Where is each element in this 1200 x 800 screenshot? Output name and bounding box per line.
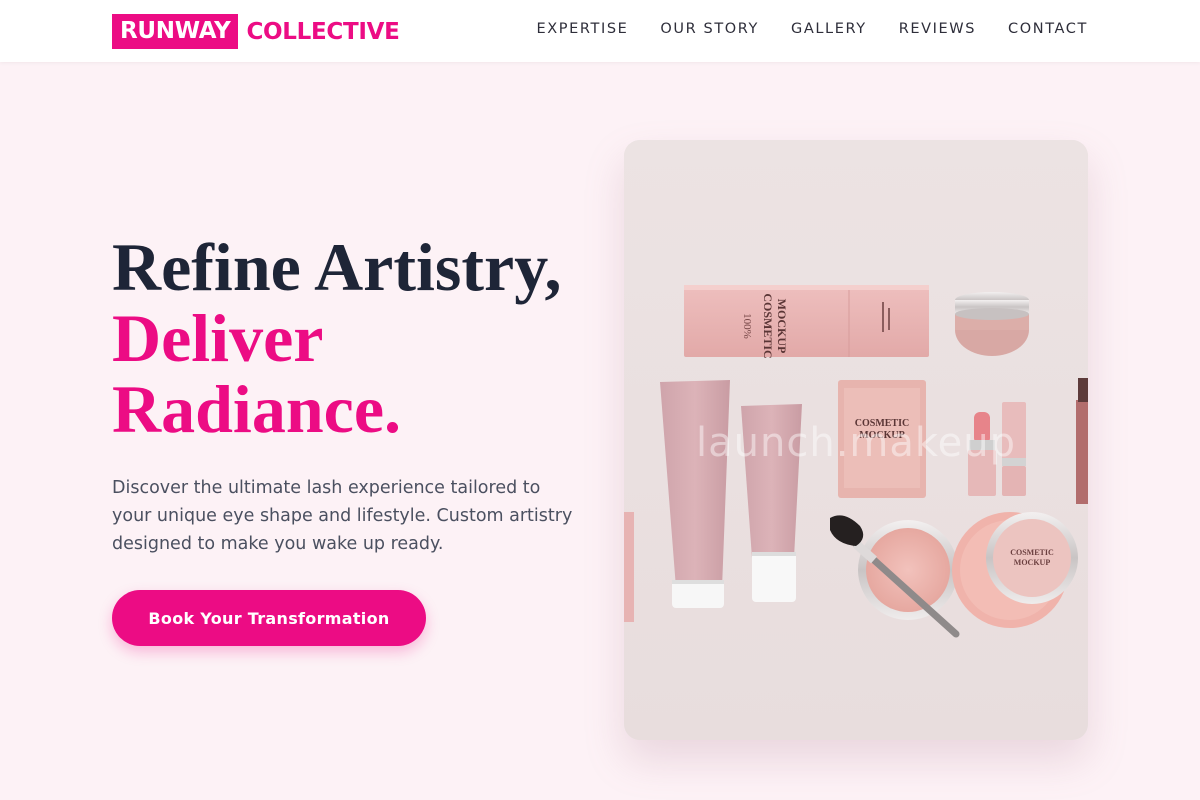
nav-item-expertise[interactable]: EXPERTISE: [536, 21, 628, 37]
headline-line-3: Radiance.: [112, 371, 401, 447]
headline-line-2: Deliver: [112, 300, 324, 376]
brand-logo[interactable]: RUNWAY COLLECTIVE: [112, 14, 400, 49]
site-header: RUNWAY COLLECTIVE EXPERTISE OUR STORY GA…: [0, 0, 1200, 62]
hero-headline: Refine Artistry, Deliver Radiance.: [112, 232, 561, 445]
logo-text: COLLECTIVE: [246, 18, 400, 45]
jar-label-line2: MOCKUP: [1014, 558, 1051, 567]
nav-item-gallery[interactable]: GALLERY: [791, 21, 867, 37]
nav-item-reviews[interactable]: REVIEWS: [899, 21, 976, 37]
book-transformation-button[interactable]: Book Your Transformation: [112, 590, 426, 646]
image-watermark: launch.makeup: [696, 420, 1016, 466]
product-photo: 100% COSMETIC MOCKUP COSMETIC MOCKUP COS…: [624, 140, 1088, 740]
box-label-line2: MOCKUP: [775, 299, 789, 354]
box-label-line1: COSMETIC: [761, 293, 775, 358]
nav-item-our-story[interactable]: OUR STORY: [660, 21, 759, 37]
main-nav: EXPERTISE OUR STORY GALLERY REVIEWS CONT…: [536, 21, 1088, 37]
box-brand-text: 100%: [741, 313, 753, 339]
logo-highlight: RUNWAY: [112, 14, 239, 49]
hero-description: Discover the ultimate lash experience ta…: [112, 478, 573, 554]
jar-label-line1: COSMETIC: [1010, 548, 1054, 557]
headline-line-1: Refine Artistry,: [112, 229, 562, 305]
nav-item-contact[interactable]: CONTACT: [1008, 21, 1088, 37]
